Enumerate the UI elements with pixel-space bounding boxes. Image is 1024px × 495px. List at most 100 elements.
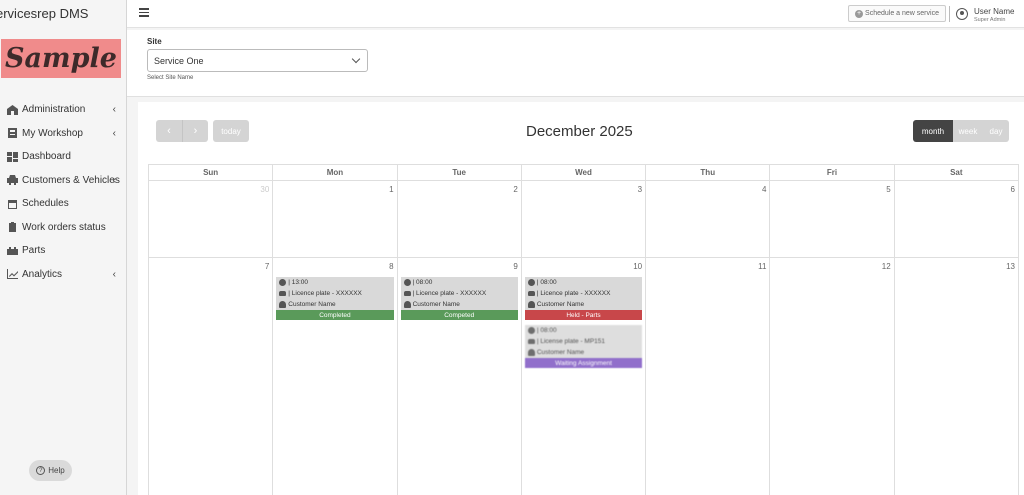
day-number[interactable]: 1	[389, 185, 393, 194]
day-cell[interactable]: 4	[645, 181, 769, 257]
sidebar-item-dashboard[interactable]: Dashboard	[0, 145, 127, 169]
user-role: Super Admin	[974, 17, 1006, 23]
sidebar-item-label: Analytics	[22, 268, 63, 280]
clock-icon	[527, 327, 535, 334]
day-number[interactable]: 10	[633, 262, 642, 271]
day-number[interactable]: 13	[1006, 262, 1015, 271]
chevron-left-icon: ‹	[167, 125, 171, 137]
sidebar-item-label: Schedules	[22, 198, 69, 210]
dow-wed: Wed	[520, 165, 645, 180]
day-cell[interactable]: 9 | 08:00 | Licence plate - XXXXXX Custo…	[396, 258, 521, 495]
sidebar-item-schedules[interactable]: Schedules	[0, 192, 127, 216]
event-status-badge: Held - Parts	[524, 310, 643, 320]
day-number[interactable]: 7	[265, 262, 269, 271]
day-cell[interactable]: 7	[148, 258, 272, 495]
sidebar-item-parts[interactable]: Parts	[0, 239, 127, 263]
sidebar-item-label: Parts	[22, 245, 46, 257]
dow-fri: Fri	[769, 165, 893, 180]
week-view-button[interactable]: week	[953, 120, 983, 142]
calendar-title: December 2025	[526, 123, 633, 140]
help-label: Help	[48, 466, 65, 475]
day-number[interactable]: 30	[260, 185, 269, 194]
day-cell[interactable]: 1	[272, 181, 396, 257]
sidebar-item-label: Administration	[22, 104, 86, 116]
chart-icon	[6, 269, 18, 280]
calendar-nav-buttons: ‹ ›	[156, 120, 208, 142]
sidebar-item-customers-vehicles[interactable]: Customers & Vehicles ‹	[0, 169, 127, 193]
site-select-value: Service One	[154, 55, 204, 66]
question-icon: ?	[36, 466, 46, 475]
day-cell[interactable]: 13	[893, 258, 1019, 495]
day-number[interactable]: 9	[513, 262, 517, 271]
day-view-button[interactable]: day	[983, 120, 1009, 142]
dow-sat: Sat	[893, 165, 1019, 180]
user-avatar-icon[interactable]	[956, 8, 968, 20]
site-label: Site	[147, 37, 162, 46]
day-number[interactable]: 2	[513, 185, 517, 194]
plus-circle-icon: +	[855, 9, 864, 18]
sidebar-item-administration[interactable]: Administration ‹	[0, 98, 127, 122]
day-of-week-header: Sun Mon Tue Wed Thu Fri Sat	[148, 164, 1019, 181]
calendar-week: 30 1 2 3 4 5 6	[148, 181, 1019, 258]
next-month-button[interactable]: ›	[182, 120, 208, 142]
calendar-event[interactable]: | 13:00 | Licence plate - XXXXXX Custome…	[276, 277, 394, 320]
event-status-badge: Competed	[400, 310, 518, 320]
day-number[interactable]: 6	[1011, 185, 1015, 194]
dow-tue: Tue	[396, 165, 521, 180]
car-icon	[403, 291, 411, 296]
dow-mon: Mon	[272, 165, 396, 180]
day-cell[interactable]: 12	[769, 258, 893, 495]
event-time: | 08:00	[536, 279, 557, 286]
day-cell[interactable]: 10 | 08:00 | Licence plate - XXXXXX Cust…	[520, 258, 645, 495]
sidebar-item-analytics[interactable]: Analytics ‹	[0, 263, 127, 287]
day-number[interactable]: 12	[882, 262, 891, 271]
parts-icon	[6, 246, 18, 256]
hamburger-menu-icon[interactable]	[139, 8, 149, 17]
event-plate: | Licence plate - XXXXXX	[288, 290, 362, 297]
day-cell[interactable]: 2	[396, 181, 521, 257]
top-bar: + Schedule a new service User Name Super…	[127, 0, 1024, 28]
day-cell[interactable]: 8 | 13:00 | Licence plate - XXXXXX Custo…	[272, 258, 396, 495]
person-icon	[527, 349, 535, 356]
today-button[interactable]: today	[213, 120, 249, 142]
header-divider	[949, 6, 950, 22]
chevron-left-icon: ‹	[112, 127, 116, 139]
event-time: | 08:00	[536, 327, 557, 334]
day-cell[interactable]: 30	[148, 181, 272, 257]
sidebar-item-work-orders-status[interactable]: Work orders status	[0, 216, 127, 240]
day-number[interactable]: 11	[758, 262, 766, 271]
sidebar-item-my-workshop[interactable]: My Workshop ‹	[0, 122, 127, 146]
calendar-event[interactable]: | 08:00 | License plate - MP151 Customer…	[524, 325, 643, 368]
id-card-icon	[6, 128, 18, 139]
chevron-left-icon: ‹	[112, 268, 116, 280]
day-cell[interactable]: 6	[893, 181, 1019, 257]
schedule-new-service-button[interactable]: + Schedule a new service	[848, 5, 946, 22]
prev-month-button[interactable]: ‹	[156, 120, 182, 142]
sidebar-item-label: My Workshop	[22, 127, 83, 139]
logo-text: Sample	[5, 43, 117, 74]
day-cell[interactable]: 5	[769, 181, 893, 257]
day-number[interactable]: 8	[389, 262, 393, 271]
calendar-week: 7 8 | 13:00 | Licence plate - XXXXXX Cus…	[148, 258, 1019, 495]
day-number[interactable]: 5	[886, 185, 890, 194]
user-name[interactable]: User Name	[974, 7, 1014, 16]
view-switcher: month week day	[913, 120, 1009, 142]
calendar-event[interactable]: | 08:00 | Licence plate - XXXXXX Custome…	[524, 277, 643, 320]
month-view-button[interactable]: month	[913, 120, 953, 142]
day-cell[interactable]: 3	[520, 181, 645, 257]
event-customer: Customer Name	[412, 301, 460, 308]
calendar-event[interactable]: | 08:00 | Licence plate - XXXXXX Custome…	[400, 277, 518, 320]
day-cell[interactable]: 11	[645, 258, 769, 495]
event-plate: | License plate - MP151	[536, 338, 606, 345]
site-select[interactable]: Service One	[147, 49, 368, 72]
help-button[interactable]: ? Help	[29, 460, 72, 481]
day-number[interactable]: 3	[638, 185, 642, 194]
calendar-icon	[6, 199, 18, 209]
car-icon	[527, 339, 535, 344]
sidebar-item-label: Customers & Vehicles	[22, 174, 120, 186]
dashboard-icon	[6, 151, 18, 162]
car-icon	[527, 291, 535, 296]
clock-icon	[403, 279, 411, 286]
event-plate: | Licence plate - XXXXXX	[536, 290, 611, 297]
day-number[interactable]: 4	[762, 185, 766, 194]
